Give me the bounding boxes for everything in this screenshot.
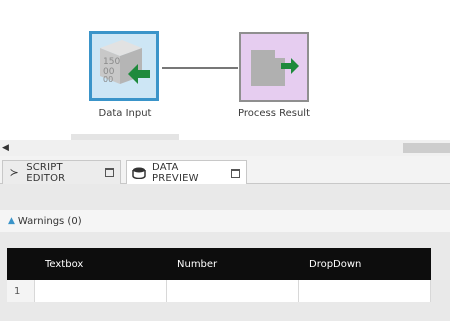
tab-label: SCRIPT EDITOR [26,161,66,184]
maximize-icon[interactable] [230,168,240,178]
process-result-icon [251,50,299,86]
panel-tab-bar: ≻ SCRIPT EDITOR DATA PREVIEW [0,156,450,185]
warnings-bar[interactable]: ▲ Warnings (0) [0,210,450,232]
data-input-label: Data Input [98,108,152,119]
column-header[interactable]: DropDown [299,248,431,280]
process-result-node[interactable] [239,32,309,102]
horizontal-scrollbar[interactable]: ◀ [0,140,450,156]
node-connector [162,67,238,69]
data-input-node[interactable]: 150 00 00 [89,31,159,101]
scrollbar-thumb[interactable] [403,143,450,153]
grid-cell-number[interactable] [167,280,299,302]
database-icon [132,166,146,180]
tab-data-preview[interactable]: DATA PREVIEW [126,160,247,185]
grid-cell-dropdown[interactable] [299,280,431,302]
column-header[interactable]: Textbox [35,248,167,280]
data-input-icon: 150 00 00 [100,40,150,84]
row-number-header [7,248,35,280]
grid-header-row: Textbox Number DropDown [7,248,431,280]
column-header[interactable]: Number [167,248,299,280]
grid-cell-textbox[interactable] [35,280,167,302]
scroll-left-icon[interactable]: ◀ [2,142,12,154]
svg-text:00: 00 [103,75,113,84]
maximize-icon[interactable] [105,168,114,177]
svg-text:150: 150 [103,57,120,67]
data-grid: Textbox Number DropDown 1 [7,248,431,302]
warnings-label: Warnings (0) [17,215,82,227]
process-result-label: Process Result [237,108,310,119]
data-preview-panel: ▲ Warnings (0) Textbox Number DropDown 1 [0,184,450,321]
workflow-canvas[interactable]: 150 00 00 Data Input Process Result [0,0,450,140]
tab-label: DATA PREVIEW [152,162,199,184]
table-row: 1 [7,280,431,302]
expand-triangle-icon[interactable]: ▲ [8,216,15,226]
terminal-icon: ≻ [9,166,19,179]
row-number: 1 [7,280,35,302]
tab-script-editor[interactable]: ≻ SCRIPT EDITOR [2,160,121,184]
